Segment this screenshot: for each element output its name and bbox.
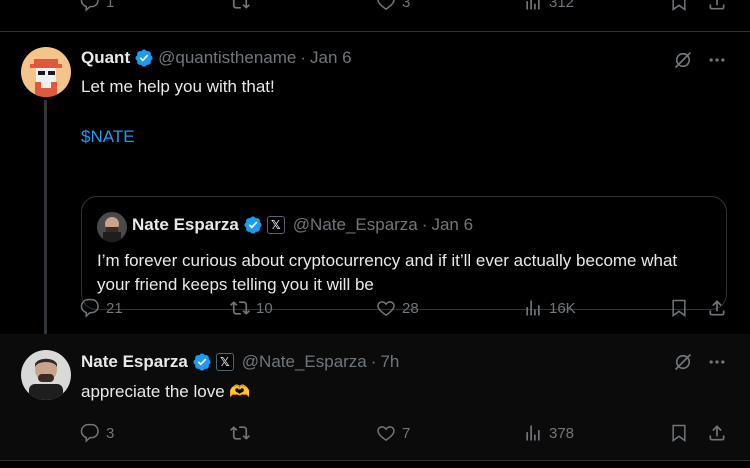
post-header: Quant @quantisthename · Jan 6 [81, 48, 352, 68]
reply-icon [80, 423, 100, 443]
x-affiliate-badge: 𝕏 [215, 353, 234, 371]
verified-icon [192, 352, 212, 372]
author-name[interactable]: Nate Esparza [81, 352, 188, 372]
like-button[interactable]: 28 [376, 298, 419, 318]
repost-count: 10 [256, 299, 273, 317]
quote-date: Jan 6 [431, 215, 474, 234]
reply-icon [80, 0, 100, 12]
share-icon [707, 0, 727, 12]
quote-author-name: Nate Esparza [132, 215, 239, 234]
like-count: 7 [402, 424, 411, 442]
post-header: Nate Esparza 𝕏 @Nate_Esparza · 7h [81, 352, 399, 372]
repost-button[interactable] [230, 0, 250, 12]
share-button[interactable] [707, 0, 727, 12]
reply-button[interactable]: 3 [80, 423, 114, 443]
bookmark-button[interactable] [669, 298, 689, 318]
avatar-nate-esparza [97, 212, 127, 242]
views-icon [523, 298, 543, 318]
bookmark-icon [669, 423, 689, 443]
post-date[interactable]: Jan 6 [310, 48, 352, 68]
views-icon [523, 0, 543, 12]
views-button[interactable]: 312 [523, 0, 574, 12]
reply-count: 21 [106, 299, 123, 317]
reply-count: 1 [106, 0, 115, 11]
reply-button[interactable]: 21 [80, 298, 123, 318]
repost-icon [230, 423, 250, 443]
separator-dot: · [421, 215, 428, 234]
views-count: 312 [549, 0, 575, 11]
thread-connector-line [44, 100, 47, 343]
reply-count: 3 [106, 424, 115, 442]
share-button[interactable] [707, 423, 727, 443]
repost-icon [230, 0, 250, 12]
verified-icon [243, 215, 263, 235]
post-top-actions [673, 50, 727, 70]
avatar-nate-esparza[interactable] [21, 350, 71, 400]
repost-button[interactable] [230, 423, 250, 443]
views-button[interactable]: 16K [523, 298, 576, 318]
like-icon [376, 0, 396, 12]
author-handle[interactable]: @quantisthename [158, 48, 296, 68]
views-icon [523, 423, 543, 443]
post-text: appreciate the love 🫶 [81, 382, 251, 401]
author-name[interactable]: Quant [81, 48, 130, 68]
quoted-post[interactable]: Nate Esparza 𝕏 @Nate_Esparza · Jan 6 I’m… [81, 196, 727, 310]
grok-icon[interactable] [673, 50, 693, 70]
post-date[interactable]: 7h [380, 352, 399, 372]
quote-header: Nate Esparza 𝕏 @Nate_Esparza · Jan 6 [132, 215, 473, 235]
like-button[interactable]: 3 [376, 0, 410, 12]
divider [0, 460, 750, 461]
share-button[interactable] [707, 298, 727, 318]
bookmark-button[interactable] [669, 0, 689, 12]
quote-author-handle: @Nate_Esparza [292, 215, 418, 234]
views-count: 16K [549, 299, 576, 317]
post-quant[interactable]: Quant @quantisthename · Jan 6 Let me hel… [0, 32, 750, 334]
like-count: 28 [402, 299, 419, 317]
post-nate-esparza[interactable]: Nate Esparza 𝕏 @Nate_Esparza · 7h apprec… [0, 334, 750, 460]
more-icon[interactable] [707, 352, 727, 372]
post-text: Let me help you with that! [81, 77, 275, 96]
avatar-quant[interactable] [21, 47, 71, 97]
like-icon [376, 423, 396, 443]
author-handle[interactable]: @Nate_Esparza [242, 352, 367, 372]
post-top-actions [673, 352, 727, 372]
like-count: 3 [402, 0, 411, 11]
share-icon [707, 298, 727, 318]
grok-icon[interactable] [673, 352, 693, 372]
like-button[interactable]: 7 [376, 423, 410, 443]
verified-icon [134, 48, 154, 68]
bookmark-icon [669, 0, 689, 12]
reply-icon [80, 298, 100, 318]
bookmark-icon [669, 298, 689, 318]
repost-button[interactable]: 10 [230, 298, 273, 318]
cashtag-link[interactable]: $NATE [81, 125, 135, 149]
separator-dot: · [300, 48, 307, 67]
bookmark-button[interactable] [669, 423, 689, 443]
more-icon[interactable] [707, 50, 727, 70]
quote-text: I’m forever curious about cryptocurrency… [97, 251, 678, 294]
views-button[interactable]: 378 [523, 423, 574, 443]
share-icon [707, 423, 727, 443]
like-icon [376, 298, 396, 318]
reply-button[interactable]: 1 [80, 0, 114, 12]
previous-post-action-bar: 1 3 312 [0, 0, 750, 18]
views-count: 378 [549, 424, 575, 442]
x-affiliate-badge: 𝕏 [266, 216, 285, 234]
separator-dot: · [370, 352, 377, 371]
repost-icon [230, 298, 250, 318]
